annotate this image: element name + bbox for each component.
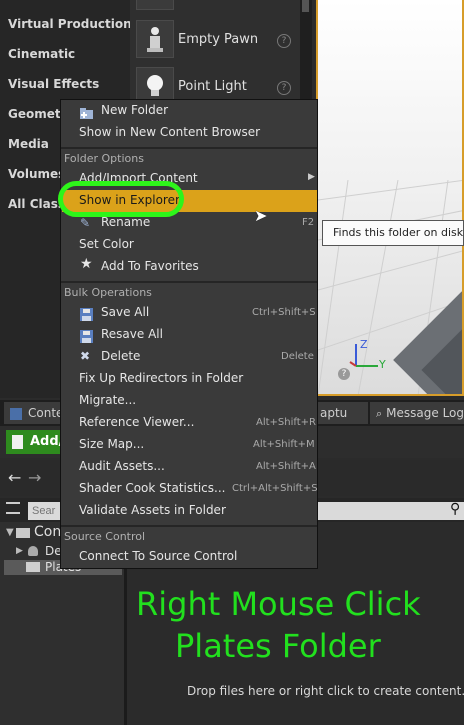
- filter-list-icon[interactable]: [6, 502, 20, 514]
- category-cinematic[interactable]: Cinematic: [8, 47, 75, 61]
- new-folder-icon: [80, 104, 94, 119]
- menu-item-connect-source-control[interactable]: Connect To Source Control: [79, 549, 237, 563]
- shortcut-reference-viewer: Alt+Shift+R: [256, 417, 316, 428]
- category-virtual-production[interactable]: Virtual Production: [8, 17, 132, 31]
- viewport-info-icon[interactable]: ?: [338, 368, 350, 380]
- menu-item-save-all[interactable]: Save All: [101, 305, 149, 319]
- level-viewport[interactable]: Z Y ?: [316, 0, 464, 396]
- section-source-control: Source Control: [64, 530, 146, 543]
- tab-content-browser[interactable]: Conte: [4, 402, 62, 424]
- section-folder-options: Folder Options: [64, 152, 144, 165]
- menu-item-validate-assets[interactable]: Validate Assets in Folder: [79, 503, 226, 517]
- scrollbar-thumb[interactable]: [302, 0, 309, 12]
- resave-icon: [80, 328, 94, 343]
- axis-z-label: Z: [360, 338, 368, 351]
- context-menu: [60, 99, 318, 569]
- menu-item-add-to-favorites[interactable]: Add To Favorites: [101, 259, 199, 273]
- category-volumes[interactable]: Volumes: [8, 167, 65, 181]
- menu-separator: [61, 525, 317, 527]
- expand-arrow-icon[interactable]: ▼: [6, 527, 14, 538]
- save-icon: [80, 306, 94, 321]
- asset-thumbnail[interactable]: [136, 0, 174, 10]
- content-browser-icon: [10, 407, 22, 420]
- drop-hint: Drop files here or right click to create…: [187, 684, 464, 698]
- star-icon: ★: [80, 256, 93, 272]
- tab-capture[interactable]: aptu: [318, 402, 368, 424]
- help-icon[interactable]: ?: [277, 81, 291, 95]
- menu-item-rename[interactable]: Rename: [101, 215, 150, 229]
- menu-item-show-in-new-content-browser[interactable]: Show in New Content Browser: [79, 125, 260, 139]
- shortcut-audit-assets: Alt+Shift+A: [256, 461, 316, 472]
- category-media[interactable]: Media: [8, 137, 49, 151]
- folder-icon: [26, 562, 40, 572]
- axis-y-label: Y: [379, 358, 386, 371]
- search-icon[interactable]: ⚲: [450, 501, 460, 517]
- message-log-icon: ⌕: [376, 407, 383, 420]
- add-import-button[interactable]: Add/: [6, 430, 64, 454]
- category-visual-effects[interactable]: Visual Effects: [8, 77, 99, 91]
- new-file-icon: [12, 435, 23, 449]
- folder-icon: [16, 528, 30, 538]
- submenu-arrow-icon: ▶: [308, 172, 315, 182]
- menu-item-reference-viewer[interactable]: Reference Viewer...: [79, 415, 194, 429]
- annotation-line-2: Plates Folder: [175, 627, 381, 665]
- help-icon[interactable]: ?: [277, 34, 291, 48]
- shortcut-save-all: Ctrl+Shift+S: [252, 307, 316, 318]
- shortcut-rename: F2: [302, 217, 315, 228]
- menu-item-new-folder[interactable]: New Folder: [101, 103, 168, 117]
- menu-item-resave-all[interactable]: Resave All: [101, 327, 163, 341]
- asset-label-point-light[interactable]: Point Light: [178, 79, 247, 94]
- annotation-circle: [58, 181, 184, 217]
- menu-item-fix-up-redirectors[interactable]: Fix Up Redirectors in Folder: [79, 371, 243, 385]
- shortcut-shader-cook-statistics: Ctrl+Alt+Shift+S: [232, 483, 318, 494]
- menu-item-size-map[interactable]: Size Map...: [79, 437, 144, 451]
- menu-item-set-color[interactable]: Set Color: [79, 237, 134, 251]
- tooltip: Finds this folder on disk.: [322, 220, 464, 246]
- rename-icon: ✎: [80, 216, 91, 230]
- tree-item-content[interactable]: Con: [34, 524, 61, 540]
- tab-message-log-label: Message Log: [386, 406, 464, 420]
- mouse-cursor-icon: ➤: [254, 206, 268, 225]
- tab-message-log[interactable]: ⌕ Message Log: [370, 402, 464, 424]
- menu-separator: [61, 281, 317, 283]
- user-folder-icon: [28, 546, 38, 556]
- expand-arrow-icon[interactable]: ▶: [16, 546, 23, 556]
- back-arrow-icon[interactable]: ←: [8, 468, 21, 487]
- add-button-label: Add/: [30, 434, 64, 449]
- menu-separator: [61, 147, 317, 149]
- shortcut-size-map: Alt+Shift+M: [253, 439, 315, 450]
- annotation-line-1: Right Mouse Click: [136, 585, 421, 623]
- menu-item-shader-cook-statistics[interactable]: Shader Cook Statistics...: [79, 481, 225, 495]
- menu-item-audit-assets[interactable]: Audit Assets...: [79, 459, 165, 473]
- pawn-icon[interactable]: [136, 20, 174, 58]
- forward-arrow-icon[interactable]: →: [28, 468, 41, 487]
- menu-item-migrate[interactable]: Migrate...: [79, 393, 136, 407]
- delete-icon: ✖: [80, 349, 91, 363]
- asset-label-empty-pawn[interactable]: Empty Pawn: [178, 32, 258, 47]
- tab-label: Conte: [28, 406, 62, 420]
- menu-item-delete[interactable]: Delete: [101, 349, 140, 363]
- shortcut-delete: Delete: [281, 351, 314, 362]
- section-bulk-operations: Bulk Operations: [64, 286, 152, 299]
